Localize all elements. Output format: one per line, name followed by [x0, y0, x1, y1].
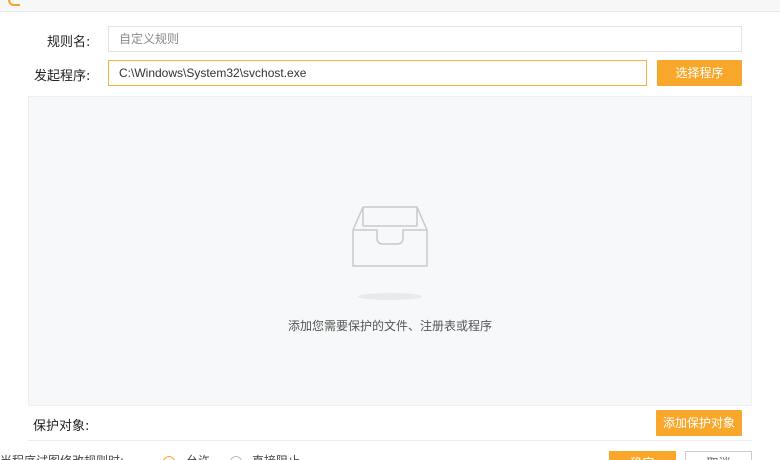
block-radio[interactable]: [230, 456, 242, 460]
allow-radio[interactable]: [163, 456, 175, 460]
allow-radio-label: 允许: [186, 452, 210, 460]
empty-hint-text: 添加您需要保护的文件、注册表或程序: [287, 319, 492, 333]
block-radio-label: 直接阻止: [252, 452, 300, 460]
footer-row: 当程序试图修改规则时: 允许 直接阻止 确定 取消: [0, 451, 780, 460]
cancel-button[interactable]: 取消: [685, 451, 752, 460]
launcher-label: 发起程序:: [34, 69, 91, 84]
policy-label: 当程序试图修改规则时:: [0, 452, 124, 460]
select-program-button[interactable]: 选择程序: [657, 60, 742, 86]
protected-objects-panel: 添加您需要保护的文件、注册表或程序: [28, 96, 752, 406]
top-bar: [0, 0, 780, 12]
empty-inbox-icon: [352, 206, 428, 267]
add-protect-object-button[interactable]: 添加保护对象: [656, 410, 742, 436]
rule-name-input[interactable]: [108, 26, 742, 52]
confirm-button[interactable]: 确定: [609, 451, 676, 460]
rule-name-label: 规则名:: [47, 35, 91, 50]
divider: [28, 440, 752, 441]
launcher-path-input[interactable]: C:\Windows\System32\svchost.exe: [108, 60, 647, 86]
protect-objects-label: 保护对象:: [33, 419, 90, 434]
empty-shadow: [358, 293, 422, 300]
